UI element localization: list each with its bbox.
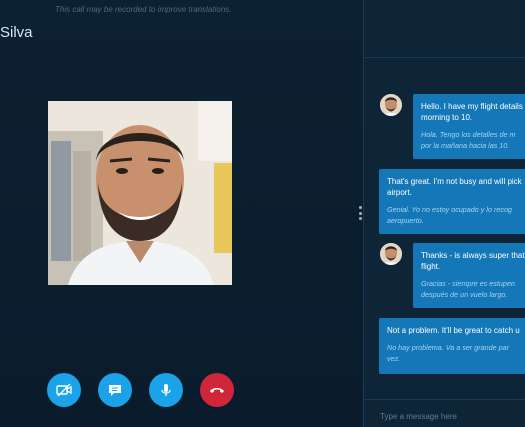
message-composer	[364, 399, 525, 427]
translation-line: No hay problema. Va a ser grande par	[387, 343, 509, 352]
message-text: Not a problem. It'll be great to catch u	[387, 326, 520, 335]
message-text: morning to 10.	[421, 113, 473, 122]
translation-line: por la mañana hacia las 10.	[421, 140, 510, 150]
contact-avatar	[380, 243, 402, 265]
caller-name: Silva	[0, 24, 33, 41]
message-translation: Genial. Yo no estoy ocupado y lo recog a…	[387, 205, 525, 226]
recording-notice: This call may be recorded to improve tra…	[55, 5, 232, 14]
microphone-icon	[161, 384, 171, 396]
mute-button[interactable]	[149, 373, 183, 407]
message-translation: Hola. Tengo los detalles de m por la mañ…	[421, 130, 525, 151]
call-pane: This call may be recorded to improve tra…	[0, 0, 364, 427]
caller-video	[48, 101, 232, 285]
translation-line: después de un vuelo largo.	[421, 289, 508, 299]
translation-line: Genial. Yo no estoy ocupado y lo recog	[387, 205, 512, 214]
message-text: Hello. I have my flight details	[421, 102, 523, 111]
video-off-icon	[56, 383, 72, 397]
resize-handle[interactable]	[357, 206, 363, 220]
contact-avatar	[380, 94, 402, 116]
chat-message: Thanks - is always super that flight. Gr…	[413, 243, 525, 308]
chat-message: Not a problem. It'll be great to catch u…	[379, 318, 525, 374]
message-input[interactable]	[378, 408, 522, 424]
chat-pane: Hello. I have my flight details morning …	[364, 0, 525, 427]
chat-button[interactable]	[98, 373, 132, 407]
hang-up-icon	[210, 388, 224, 393]
message-translation: Gracias - siempre es estupen después de …	[421, 279, 525, 300]
message-text: Thanks - is always super that	[421, 251, 525, 260]
message-translation: No hay problema. Va a ser grande par vez…	[387, 343, 525, 364]
chat-message: Hello. I have my flight details morning …	[413, 94, 525, 159]
translation-line: vez.	[387, 353, 401, 363]
chat-message: That's great. I'm not busy and will pick…	[379, 169, 525, 234]
call-controls	[47, 373, 237, 409]
message-text: flight.	[421, 262, 441, 271]
translation-line: Hola. Tengo los detalles de m	[421, 130, 516, 139]
chat-bubble-icon	[109, 385, 121, 396]
hang-up-button[interactable]	[200, 373, 234, 407]
message-text: That's great. I'm not busy and will pick	[387, 177, 522, 186]
chat-header-separator	[364, 57, 525, 58]
video-toggle-button[interactable]	[47, 373, 81, 407]
message-text: airport.	[387, 188, 412, 197]
translation-line: aeropuerto.	[387, 215, 424, 225]
translation-line: Gracias - siempre es estupen	[421, 279, 515, 288]
